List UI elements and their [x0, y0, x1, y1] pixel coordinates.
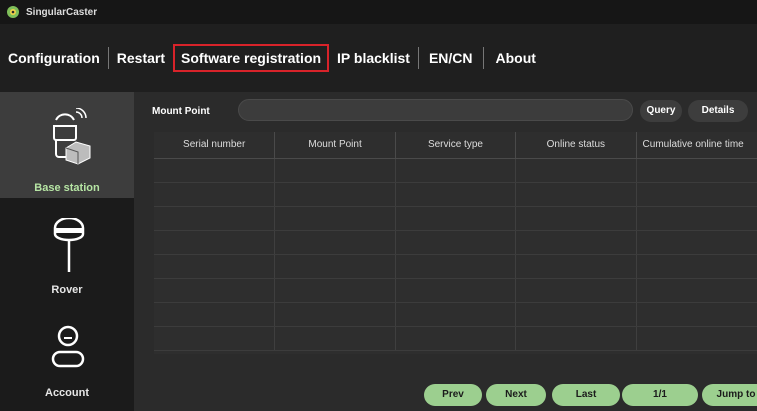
sidebar-item-base-station[interactable]: Base station [0, 92, 134, 198]
table-cell [396, 279, 517, 302]
app-logo-icon [7, 6, 19, 18]
table-cell [154, 303, 276, 326]
menu-software-registration[interactable]: Software registration [173, 44, 330, 72]
column-header-serial-number: Serial number [154, 132, 276, 158]
menu-restart[interactable]: Restart [109, 44, 173, 72]
menu-en-cn[interactable]: EN/CN [419, 44, 483, 72]
table-cell [275, 279, 396, 302]
table-cell [396, 303, 517, 326]
account-icon [51, 325, 85, 368]
table-cell [396, 327, 517, 350]
table-cell [275, 255, 396, 278]
sidebar: Base station Rover Account [0, 92, 134, 411]
table-cell [637, 255, 757, 278]
data-table: Serial number Mount Point Service type O… [154, 132, 757, 354]
table-cell [275, 207, 396, 230]
menu-ip-blacklist[interactable]: IP blacklist [329, 44, 418, 72]
table-cell [516, 279, 637, 302]
prev-button[interactable]: Prev [424, 384, 482, 406]
table-cell [275, 231, 396, 254]
table-row [154, 231, 757, 255]
table-row [154, 183, 757, 207]
sidebar-item-label: Base station [34, 182, 100, 194]
details-button[interactable]: Details [688, 100, 748, 122]
table-cell [637, 159, 757, 182]
table-cell [396, 183, 517, 206]
mount-point-input[interactable] [238, 99, 633, 121]
column-header-service-type: Service type [396, 132, 517, 158]
table-cell [154, 327, 276, 350]
menu-configuration[interactable]: Configuration [0, 44, 108, 72]
page-indicator: 1/1 [622, 384, 698, 406]
table-cell [516, 183, 637, 206]
table-cell [637, 207, 757, 230]
sidebar-item-label: Rover [51, 284, 83, 296]
mount-point-label: Mount Point [152, 105, 210, 117]
table-cell [516, 255, 637, 278]
title-bar: SingularCaster [0, 0, 757, 24]
table-cell [154, 279, 276, 302]
table-cell [396, 231, 517, 254]
app-title: SingularCaster [26, 6, 98, 18]
table-row [154, 159, 757, 183]
column-header-cumulative-online-time: Cumulative online time [642, 139, 744, 150]
table-cell [637, 327, 757, 350]
table-cell [637, 303, 757, 326]
column-header-online-status: Online status [516, 132, 637, 158]
table-row [154, 303, 757, 327]
next-button[interactable]: Next [486, 384, 546, 406]
table-cell [275, 159, 396, 182]
table-cell [154, 207, 276, 230]
jump-to-button[interactable]: Jump to [702, 384, 757, 406]
table-cell [516, 231, 637, 254]
table-cell [637, 183, 757, 206]
main-panel: Mount Point Query Details Serial number … [134, 92, 757, 411]
table-cell [275, 327, 396, 350]
sidebar-item-account[interactable]: Account [0, 308, 134, 411]
sidebar-item-label: Account [45, 387, 89, 399]
table-row [154, 279, 757, 303]
table-cell [154, 255, 276, 278]
table-cell [396, 159, 517, 182]
column-header-mount-point: Mount Point [275, 132, 396, 158]
table-row [154, 327, 757, 351]
table-cell [637, 279, 757, 302]
menu-bar: Configuration Restart Software registrat… [0, 24, 757, 92]
table-row [154, 255, 757, 279]
table-cell [275, 303, 396, 326]
table-cell [154, 183, 276, 206]
table-cell [516, 327, 637, 350]
table-cell [516, 159, 637, 182]
table-cell [396, 207, 517, 230]
query-button[interactable]: Query [640, 100, 682, 122]
table-cell [516, 207, 637, 230]
sidebar-item-rover[interactable]: Rover [0, 198, 134, 308]
table-cell [637, 231, 757, 254]
last-button[interactable]: Last [552, 384, 620, 406]
table-cell [154, 231, 276, 254]
table-header: Serial number Mount Point Service type O… [154, 132, 757, 159]
menu-about[interactable]: About [484, 44, 548, 72]
base-station-icon [53, 108, 91, 165]
search-bar: Mount Point Query Details [144, 99, 757, 123]
rover-icon [53, 218, 85, 272]
table-cell [275, 183, 396, 206]
table-cell [516, 303, 637, 326]
table-cell [154, 159, 276, 182]
table-row [154, 207, 757, 231]
table-cell [396, 255, 517, 278]
